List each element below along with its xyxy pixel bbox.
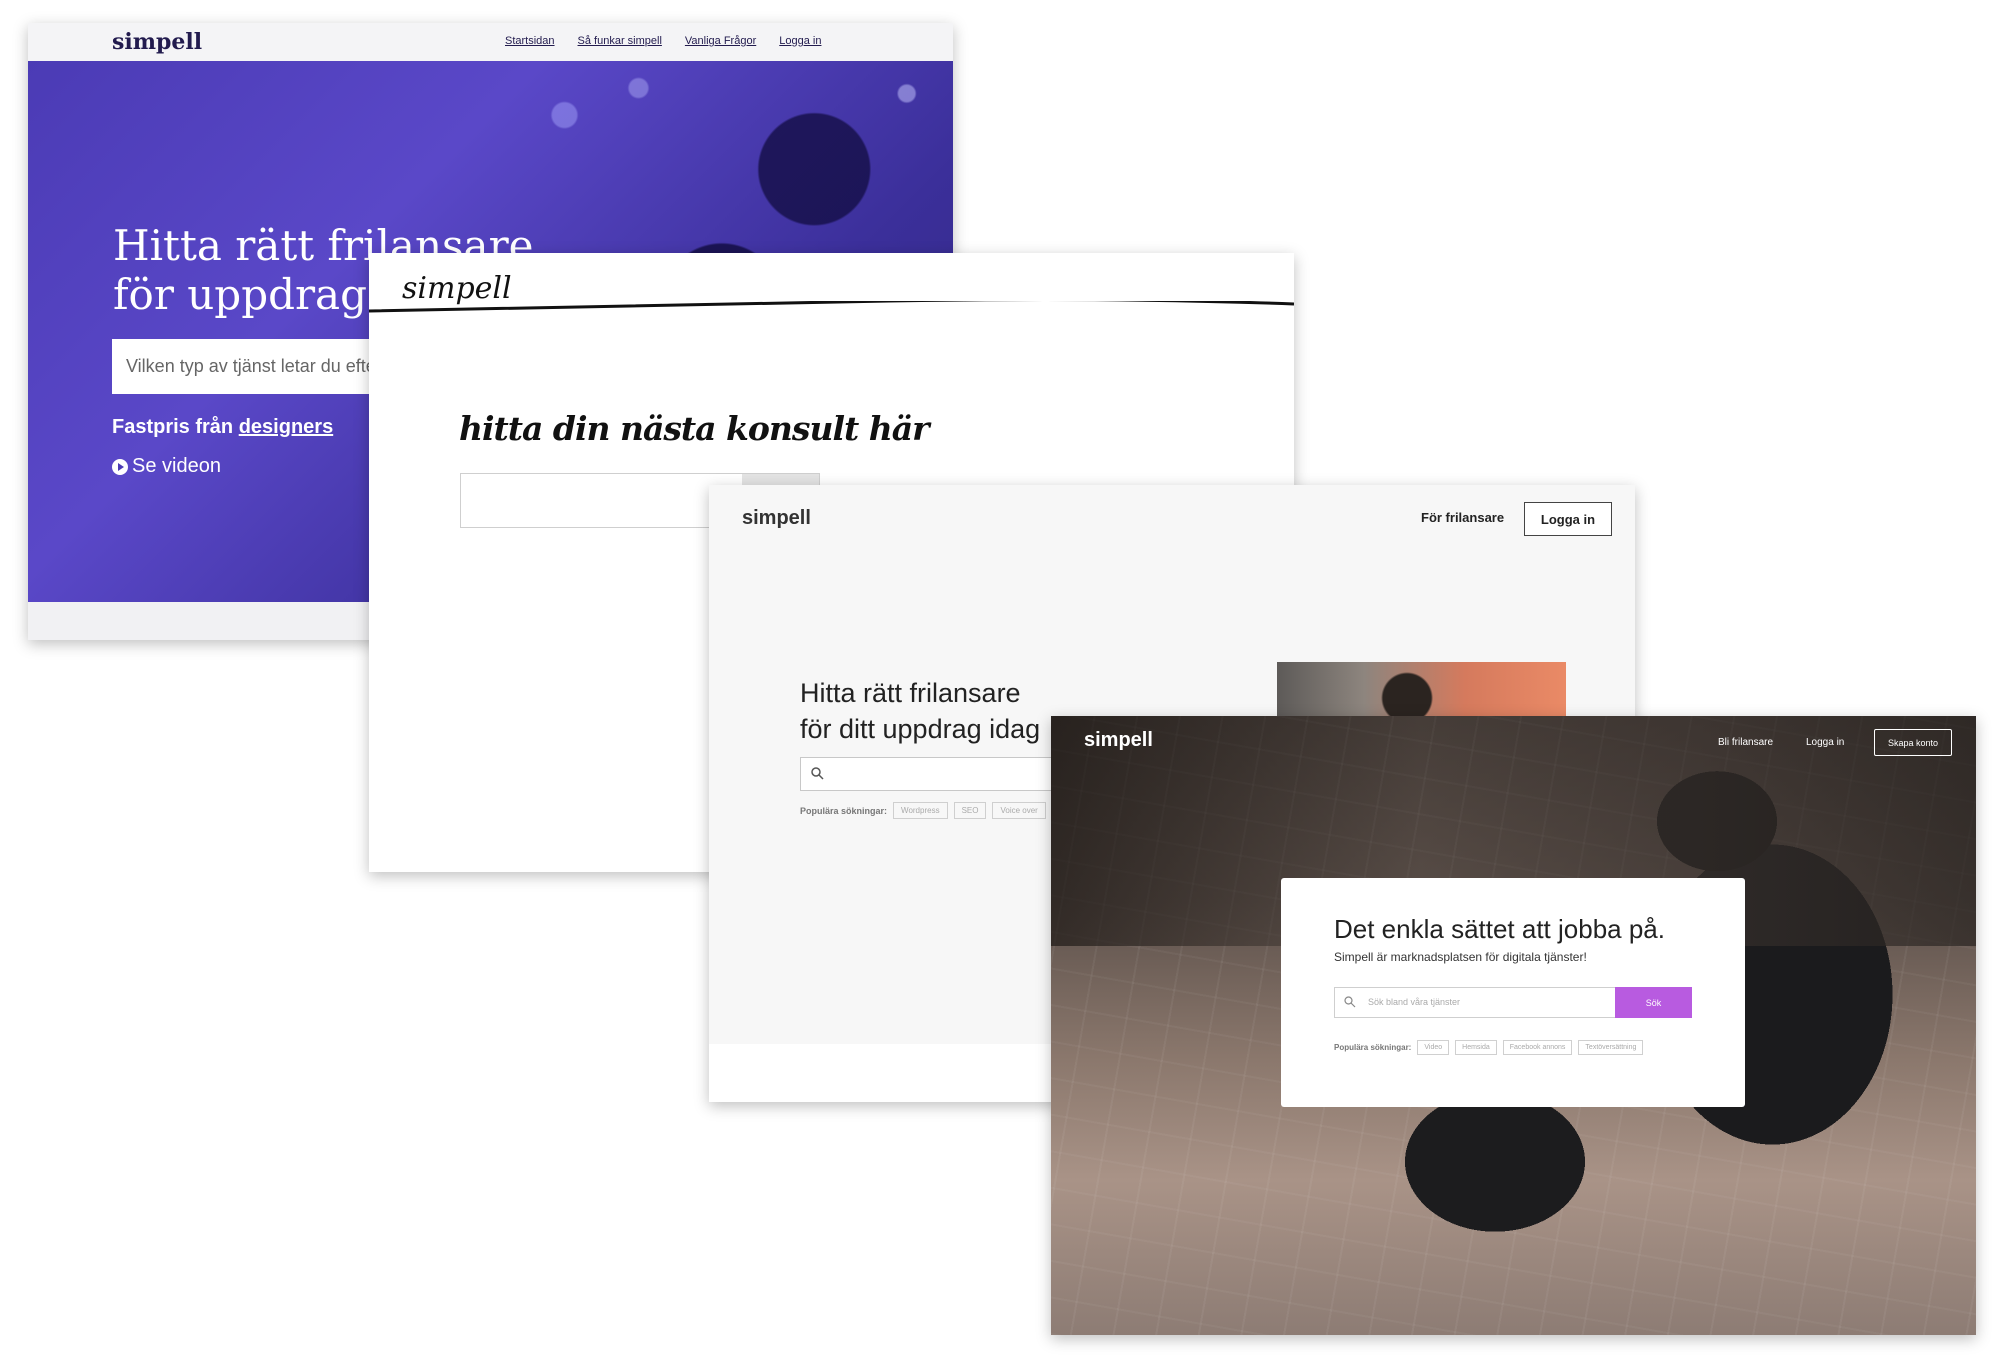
popular-label: Populära sökningar:: [1334, 1043, 1412, 1052]
logo[interactable]: simpell: [112, 29, 202, 55]
popular-searches: Populära sökningar: Video Hemsida Facebo…: [1334, 1040, 1644, 1055]
search-placeholder: Sök bland våra tjänster: [1368, 997, 1461, 1007]
hand-drawn-divider: [369, 301, 1294, 313]
play-icon: [112, 458, 128, 475]
search-icon: [811, 767, 824, 780]
hero-headline: Det enkla sättet att jobba på.: [1334, 914, 1665, 944]
nav-link-for-freelancers[interactable]: För frilansare: [1421, 510, 1504, 525]
login-button[interactable]: Logga in: [1524, 502, 1612, 536]
fastpris-text: Fastpris från designers: [112, 416, 333, 439]
create-account-button[interactable]: Skapa konto: [1874, 729, 1952, 756]
search-panel: Det enkla sättet att jobba på. Simpell ä…: [1281, 878, 1745, 1107]
popular-label: Populära sökningar:: [800, 805, 888, 816]
tagline: hitta din nästa konsult här: [459, 409, 930, 448]
search-button[interactable]: Sök: [1615, 987, 1692, 1018]
nav-link-become-freelancer[interactable]: Bli frilansare: [1718, 737, 1773, 748]
hero-headline: Hitta rätt frilansare för ditt uppdrag i…: [800, 678, 1041, 744]
popular-chip[interactable]: Hemsida: [1455, 1040, 1497, 1055]
nav-link-login[interactable]: Logga in: [1806, 737, 1844, 748]
hero-subheadline: Simpell är marknadsplatsen för digitala …: [1334, 950, 1587, 964]
search-input[interactable]: Vilken typ av tjänst letar du efter?: [112, 339, 412, 394]
fastpris-prefix: Fastpris från: [112, 416, 239, 438]
search-placeholder: Vilken typ av tjänst letar du efter?: [126, 356, 392, 376]
nav-links: Startsidan Så funkar simpell Vanliga Frå…: [505, 35, 821, 47]
nav-link-login[interactable]: Logga in: [779, 35, 821, 47]
search-icon: [1344, 996, 1356, 1008]
nav-link-faq[interactable]: Vanliga Frågor: [685, 35, 756, 47]
search-input[interactable]: [800, 757, 1062, 791]
popular-chip[interactable]: Video: [1417, 1040, 1450, 1055]
see-video-button[interactable]: Se videon: [112, 455, 221, 478]
logo[interactable]: simpell: [1084, 729, 1153, 752]
nav-link-startsidan[interactable]: Startsidan: [505, 35, 555, 47]
logo[interactable]: simpell: [742, 507, 811, 530]
popular-searches: Populära sökningar: Wordpress SEO Voice …: [800, 802, 1046, 819]
designers-link[interactable]: designers: [239, 416, 333, 438]
popular-chip[interactable]: Wordpress: [893, 802, 948, 819]
popular-chip[interactable]: Voice over: [992, 802, 1046, 819]
popular-chip[interactable]: Textöversättning: [1578, 1040, 1644, 1055]
top-navbar: simpell Startsidan Så funkar simpell Van…: [28, 23, 953, 61]
see-video-label: Se videon: [132, 455, 221, 477]
screenshot-card-photo-hero: simpell Bli frilansare Logga in Skapa ko…: [1051, 716, 1976, 1335]
popular-chip[interactable]: Facebook annons: [1502, 1040, 1573, 1055]
nav-link-sa-funkar[interactable]: Så funkar simpell: [578, 35, 662, 47]
popular-chip[interactable]: SEO: [953, 802, 987, 819]
search-input[interactable]: Sök bland våra tjänster: [1334, 987, 1617, 1018]
